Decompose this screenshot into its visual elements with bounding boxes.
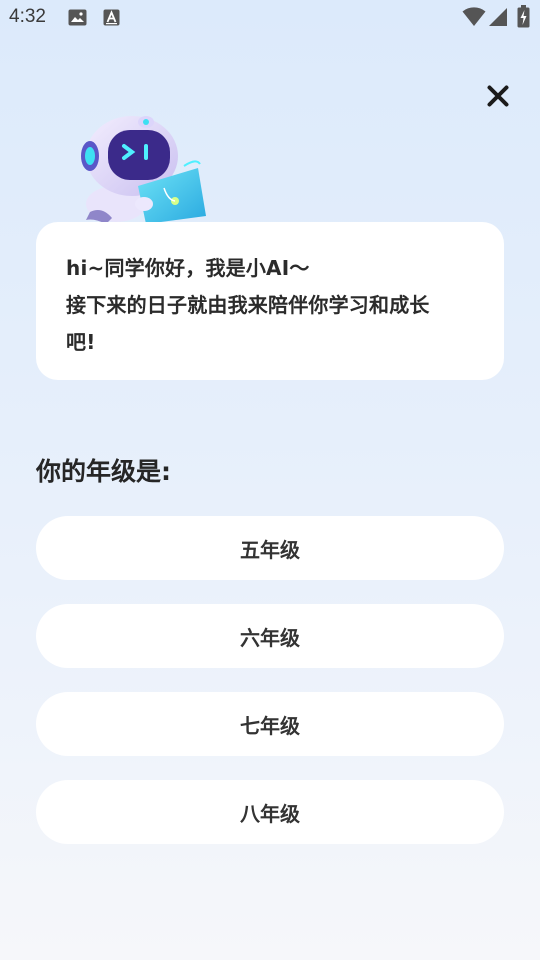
robot-mascot-icon	[72, 108, 212, 224]
battery-charging-icon	[517, 5, 530, 32]
greeting-card: hi~同学你好，我是小AI〜 接下来的日子就由我来陪伴你学习和成长 吧!	[36, 222, 504, 380]
image-icon	[68, 9, 87, 30]
signal-icon	[488, 7, 508, 31]
grade-option-8[interactable]: 八年级	[36, 780, 504, 844]
grade-question: 你的年级是:	[36, 457, 171, 486]
grade-option-6[interactable]: 六年级	[36, 604, 504, 668]
close-button[interactable]	[482, 80, 514, 112]
status-time: 4:32	[9, 6, 46, 27]
grade-option-5[interactable]: 五年级	[36, 516, 504, 580]
close-icon	[487, 85, 509, 107]
greeting-line: hi~同学你好，我是小AI〜	[66, 256, 310, 280]
greeting-line: 吧!	[66, 330, 96, 354]
grade-option-7[interactable]: 七年级	[36, 692, 504, 756]
greeting-line: 接下来的日子就由我来陪伴你学习和成长	[66, 293, 430, 317]
status-bar: 4:32	[0, 0, 540, 36]
text-a-icon	[103, 9, 120, 30]
wifi-icon	[462, 7, 486, 31]
